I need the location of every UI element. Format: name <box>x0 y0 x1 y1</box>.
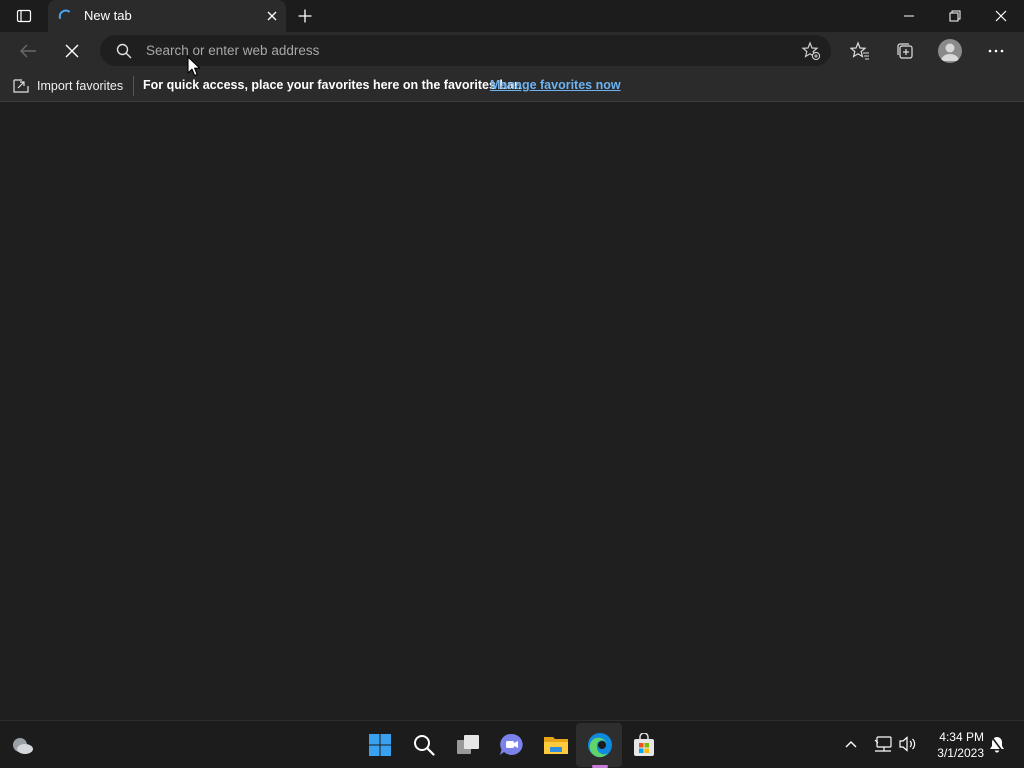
taskbar-search-button[interactable] <box>404 725 444 765</box>
minimize-button[interactable] <box>886 0 932 32</box>
file-explorer-button[interactable] <box>536 725 576 765</box>
manage-favorites-link[interactable]: Manage favorites now <box>490 78 621 92</box>
search-icon <box>116 43 132 59</box>
favorites-button[interactable] <box>844 36 876 66</box>
star-add-icon <box>801 41 821 61</box>
taskbar-clock[interactable]: 4:34 PM 3/1/2023 <box>926 729 984 761</box>
search-icon <box>414 735 435 756</box>
close-window-button[interactable] <box>978 0 1024 32</box>
import-favorites-icon <box>13 79 29 93</box>
file-explorer-icon <box>544 737 568 754</box>
notification-bell-icon <box>990 735 1004 753</box>
network-status-button[interactable] <box>872 733 894 755</box>
new-tab-button[interactable] <box>292 4 318 28</box>
address-input[interactable] <box>146 35 786 66</box>
user-icon <box>941 43 959 61</box>
add-favorite-button[interactable] <box>801 41 821 66</box>
profile-avatar[interactable] <box>938 39 962 63</box>
microsoft-store-button[interactable] <box>624 725 664 765</box>
page-content <box>0 103 1024 720</box>
notifications-button[interactable] <box>986 733 1008 755</box>
windows-start-icon <box>369 734 391 756</box>
task-view-button[interactable] <box>448 725 488 765</box>
edge-taskbar-button[interactable] <box>580 725 620 765</box>
collections-icon <box>897 43 913 59</box>
favorites-bar-message: For quick access, place your favorites h… <box>143 78 522 92</box>
mouse-cursor-icon <box>187 56 201 77</box>
loading-spinner-icon <box>58 9 70 19</box>
back-arrow-icon <box>20 44 36 58</box>
clock-time: 4:34 PM <box>939 730 984 744</box>
weather-widget[interactable] <box>2 725 42 765</box>
import-favorites-button[interactable]: Import favorites <box>12 76 123 96</box>
microsoft-store-icon <box>634 733 654 756</box>
favorites-divider <box>133 76 134 96</box>
restore-icon <box>949 10 961 22</box>
task-view-icon <box>457 735 479 754</box>
back-button[interactable] <box>12 36 44 66</box>
import-favorites-label: Import favorites <box>37 79 124 93</box>
edge-icon <box>588 733 612 758</box>
tab-actions-button[interactable] <box>8 4 40 28</box>
tab-new-tab[interactable]: New tab <box>48 0 286 32</box>
address-bar <box>100 35 831 66</box>
navigation-bar <box>0 32 1024 70</box>
tab-title: New tab <box>84 8 132 23</box>
favorites-bar: Import favorites For quick access, place… <box>0 70 1024 102</box>
title-bar: New tab <box>0 0 1024 32</box>
close-icon <box>65 44 79 58</box>
chevron-up-icon <box>845 741 857 748</box>
close-icon <box>267 11 277 21</box>
stop-loading-button[interactable] <box>56 36 88 66</box>
settings-menu-button[interactable] <box>980 36 1012 66</box>
plus-icon <box>298 9 312 23</box>
minimize-icon <box>904 15 914 17</box>
tab-actions-icon <box>16 9 32 23</box>
network-icon <box>874 736 892 752</box>
show-hidden-icons-button[interactable] <box>840 733 862 755</box>
weather-cloud-icon <box>13 738 33 754</box>
close-icon <box>995 10 1007 22</box>
favorites-star-list-icon <box>850 41 869 60</box>
start-button[interactable] <box>360 725 400 765</box>
tab-close-button[interactable] <box>264 8 280 24</box>
more-options-icon <box>988 49 1004 53</box>
collections-button[interactable] <box>889 36 921 66</box>
taskbar: 4:34 PM 3/1/2023 <box>0 720 1024 768</box>
volume-icon <box>899 736 916 752</box>
teams-chat-icon <box>500 733 523 755</box>
clock-date: 3/1/2023 <box>937 746 984 760</box>
volume-button[interactable] <box>897 733 919 755</box>
teams-chat-button[interactable] <box>492 725 532 765</box>
restore-button[interactable] <box>932 0 978 32</box>
